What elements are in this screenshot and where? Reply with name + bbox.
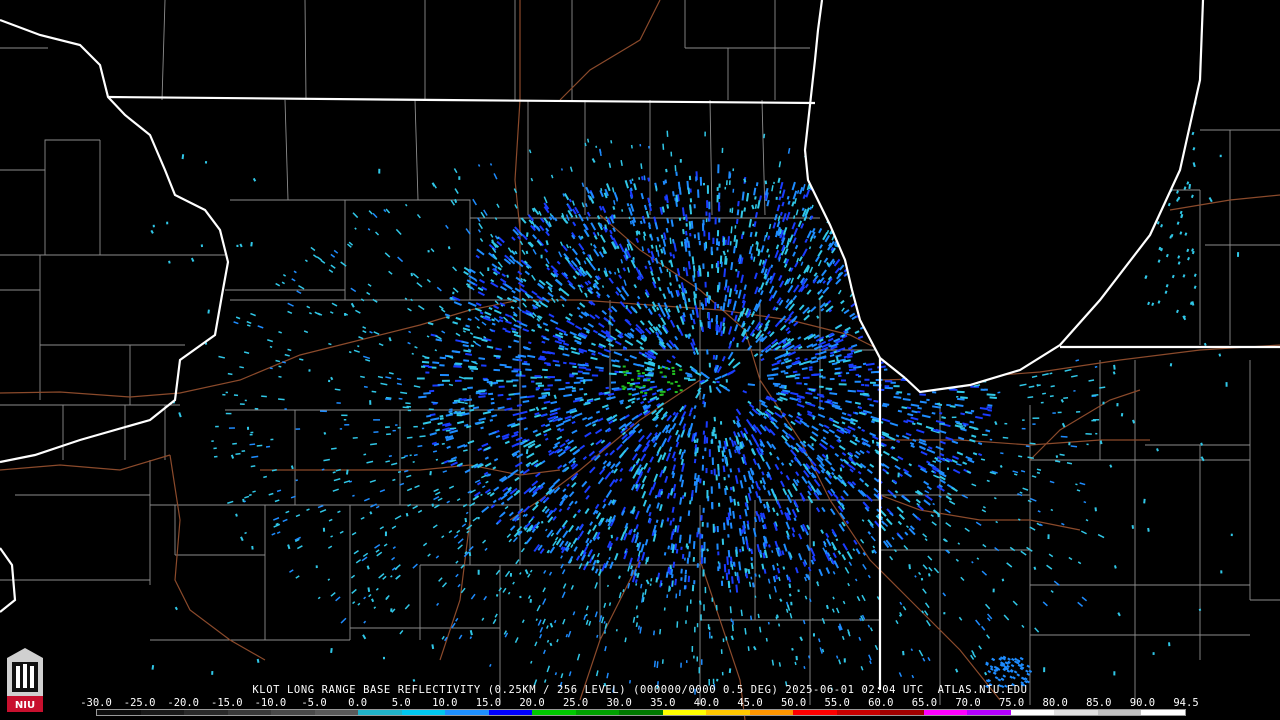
colorbar-tick-label: 0.0 [348, 697, 368, 709]
colorbar-tick-label: -15.0 [210, 697, 243, 709]
colorbar-swatch [140, 710, 185, 715]
colorbar-tick-labels: -30.0 -25.0 -20.0 -15.0 -10.0 -5.0 0.0 5.0 10.0 1… [80, 697, 1198, 709]
colorbar-tick-label: 40.0 [693, 697, 720, 709]
colorbar-swatch [184, 710, 228, 715]
colorbar-swatch [97, 710, 141, 715]
colorbar-tick-label: 50.0 [780, 697, 807, 709]
colorbar-swatch [271, 710, 315, 715]
colorbar-tick-label: -10.0 [254, 697, 287, 709]
colorbar-tick-label: 25.0 [562, 697, 589, 709]
colorbar-swatch [1054, 710, 1098, 715]
colorbar-swatch [706, 710, 750, 715]
colorbar-swatch [1097, 710, 1142, 715]
colorbar-tick-label: 94.5 [1173, 697, 1199, 709]
niu-logo-text: NIU [15, 700, 35, 711]
colorbar-tick-label: 60.0 [868, 697, 894, 709]
colorbar-tick-label: 45.0 [737, 697, 763, 709]
radar-map [0, 0, 1280, 720]
colorbar [96, 709, 1186, 716]
colorbar-tick-label: -25.0 [123, 697, 156, 709]
niu-logo: NIU [3, 646, 47, 716]
colorbar-swatch [880, 710, 924, 715]
colorbar-swatch [1141, 710, 1185, 715]
colorbar-swatch [619, 710, 663, 715]
colorbar-swatch [227, 710, 272, 715]
colorbar-tick-label: 90.0 [1129, 697, 1156, 709]
colorbar-swatch [793, 710, 837, 715]
colorbar-tick-label: -20.0 [167, 697, 199, 709]
colorbar-tick-label: 85.0 [1086, 697, 1112, 709]
colorbar-swatch [1010, 710, 1055, 715]
colorbar-tick-label: 35.0 [650, 697, 676, 709]
colorbar-tick-label: 20.0 [519, 697, 545, 709]
colorbar-swatch [532, 710, 576, 715]
colorbar-tick-label: 70.0 [955, 697, 981, 709]
colorbar-tick-label: 55.0 [824, 697, 850, 709]
product-caption: KLOT LONG RANGE BASE REFLECTIVITY (0.25K… [252, 684, 1028, 696]
colorbar-swatch [401, 710, 446, 715]
colorbar-swatch [358, 710, 402, 715]
colorbar-tick-label: 5.0 [391, 697, 411, 709]
colorbar-tick-label: 10.0 [432, 697, 458, 709]
colorbar-swatch [749, 710, 794, 715]
colorbar-swatch [836, 710, 881, 715]
colorbar-tick-label: 75.0 [998, 697, 1025, 709]
colorbar-swatch [445, 710, 489, 715]
colorbar-swatch [923, 710, 968, 715]
colorbar-tick-label: 65.0 [911, 697, 938, 709]
colorbar-swatch [488, 710, 533, 715]
colorbar-swatch [314, 710, 359, 715]
colorbar-swatch [575, 710, 620, 715]
colorbar-tick-label: 80.0 [1042, 697, 1068, 709]
colorbar-tick-label: 30.0 [606, 697, 632, 709]
colorbar-tick-label: -5.0 [301, 697, 327, 709]
colorbar-swatch [967, 710, 1011, 715]
colorbar-swatch [662, 710, 707, 715]
colorbar-tick-label: 15.0 [475, 697, 502, 709]
colorbar-tick-label: -30.0 [80, 697, 112, 709]
